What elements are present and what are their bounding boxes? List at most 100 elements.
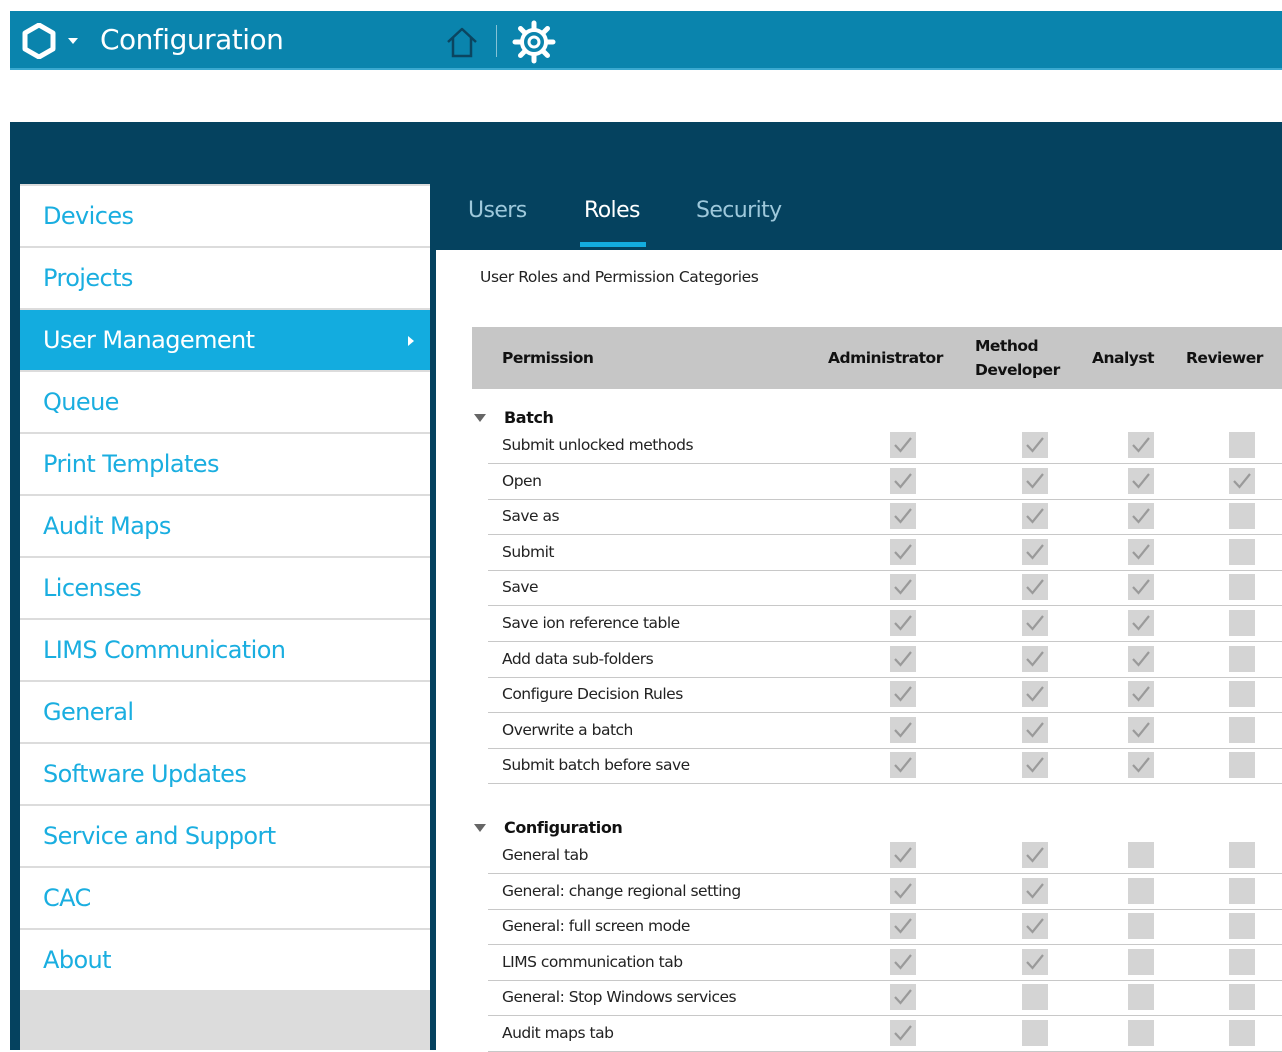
permission-checkbox-checked[interactable]	[1022, 574, 1048, 601]
sidebar-item-projects[interactable]: Projects	[20, 248, 430, 308]
sidebar-item-about[interactable]: About	[20, 930, 430, 990]
sidebar-item-print-templates[interactable]: Print Templates	[20, 434, 430, 494]
sidebar-item-user-management[interactable]: User Management	[20, 310, 430, 370]
group-label: Configuration	[504, 818, 623, 837]
permission-checkbox-checked[interactable]	[1128, 681, 1154, 708]
permission-checkbox-checked[interactable]	[1022, 610, 1048, 636]
permission-label: Configure Decision Rules	[502, 685, 683, 704]
permission-checkbox-checked[interactable]	[890, 538, 916, 565]
permission-checkbox-checked[interactable]	[890, 681, 916, 708]
permission-checkbox-unchecked[interactable]	[1229, 716, 1255, 743]
permission-checkbox-unchecked[interactable]	[1229, 503, 1255, 530]
permission-checkbox-checked[interactable]	[1022, 842, 1048, 868]
permission-checkbox-checked[interactable]	[1022, 877, 1048, 904]
permission-checkbox-checked[interactable]	[890, 432, 916, 458]
permission-checkbox-checked[interactable]	[1128, 716, 1154, 743]
permission-checkbox-unchecked[interactable]	[1229, 984, 1255, 1011]
gear-icon[interactable]	[510, 19, 558, 65]
permission-checkbox-checked[interactable]	[1022, 913, 1048, 940]
permission-checkbox-unchecked[interactable]	[1229, 610, 1255, 636]
permission-checkbox-unchecked[interactable]	[1128, 913, 1154, 940]
checkmark-icon	[894, 650, 912, 667]
home-icon[interactable]	[444, 25, 480, 59]
permission-checkbox-checked[interactable]	[890, 503, 916, 530]
permission-label: Open	[502, 471, 542, 490]
permission-checkbox-checked[interactable]	[890, 842, 916, 868]
hexagon-logo-icon[interactable]	[22, 23, 56, 59]
group-label: Batch	[504, 408, 554, 427]
permission-checkbox-checked[interactable]	[1128, 467, 1154, 494]
permission-checkbox-unchecked[interactable]	[1128, 842, 1154, 868]
permission-checkbox-checked[interactable]	[890, 877, 916, 904]
sidebar-item-general[interactable]: General	[20, 682, 430, 742]
permission-checkbox-checked[interactable]	[890, 645, 916, 672]
permission-checkbox-checked[interactable]	[1022, 681, 1048, 708]
permission-checkbox-checked[interactable]	[1128, 645, 1154, 672]
permission-checkbox-checked[interactable]	[890, 1020, 916, 1046]
sidebar-item-devices[interactable]: Devices	[20, 186, 430, 246]
permission-checkbox-unchecked[interactable]	[1229, 752, 1255, 779]
permission-checkbox-unchecked[interactable]	[1128, 1020, 1154, 1046]
permission-checkbox-unchecked[interactable]	[1229, 681, 1255, 708]
sidebar-item-software-updates[interactable]: Software Updates	[20, 744, 430, 804]
permission-checkbox-checked[interactable]	[890, 984, 916, 1011]
permission-label: Save as	[502, 507, 560, 526]
permission-checkbox-unchecked[interactable]	[1229, 913, 1255, 940]
permission-checkbox-unchecked[interactable]	[1128, 984, 1154, 1011]
sidebar-item-licenses[interactable]: Licenses	[20, 558, 430, 618]
permission-checkbox-checked[interactable]	[1022, 503, 1048, 530]
permission-checkbox-checked[interactable]	[1128, 538, 1154, 565]
permission-checkbox-unchecked[interactable]	[1229, 574, 1255, 601]
sidebar-item-lims-communication[interactable]: LIMS Communication	[20, 620, 430, 680]
permission-checkbox-checked[interactable]	[1022, 467, 1048, 494]
app-menu-chevron-down-icon[interactable]	[68, 38, 78, 44]
permission-checkbox-checked[interactable]	[1022, 948, 1048, 975]
sidebar-item-service-and-support[interactable]: Service and Support	[20, 806, 430, 866]
permission-checkbox-unchecked[interactable]	[1229, 948, 1255, 975]
permission-checkbox-unchecked[interactable]	[1128, 948, 1154, 975]
tab-users[interactable]: Users	[468, 198, 527, 234]
permission-checkbox-checked[interactable]	[1128, 503, 1154, 530]
permission-label: General: Stop Windows services	[502, 988, 737, 1007]
permission-checkbox-unchecked[interactable]	[1229, 645, 1255, 672]
checkmark-icon	[894, 722, 912, 738]
permission-checkbox-unchecked[interactable]	[1229, 877, 1255, 904]
permission-checkbox-checked[interactable]	[890, 574, 916, 601]
permission-checkbox-checked[interactable]	[1128, 610, 1154, 636]
permission-row: Audit maps tab	[488, 1016, 1282, 1052]
sidebar-item-audit-maps[interactable]: Audit Maps	[20, 496, 430, 556]
collapse-triangle-icon[interactable]	[474, 414, 486, 422]
permission-checkbox-unchecked[interactable]	[1229, 538, 1255, 565]
permission-checkbox-checked[interactable]	[890, 610, 916, 636]
permission-checkbox-checked[interactable]	[1128, 574, 1154, 601]
permission-checkbox-checked[interactable]	[890, 467, 916, 494]
permission-checkbox-unchecked[interactable]	[1229, 842, 1255, 868]
permission-label: General: full screen mode	[502, 917, 690, 936]
permission-checkbox-checked[interactable]	[1128, 432, 1154, 458]
permission-checkbox-checked[interactable]	[1229, 467, 1255, 494]
collapse-triangle-icon[interactable]	[474, 824, 486, 832]
permission-checkbox-checked[interactable]	[1022, 432, 1048, 458]
tab-security[interactable]: Security	[696, 198, 782, 234]
permission-checkbox-unchecked[interactable]	[1128, 877, 1154, 904]
permission-checkbox-checked[interactable]	[890, 716, 916, 743]
permission-checkbox-checked[interactable]	[1128, 752, 1154, 779]
permission-checkbox-unchecked[interactable]	[1229, 1020, 1255, 1046]
permission-checkbox-checked[interactable]	[1022, 752, 1048, 779]
sidebar-item-queue[interactable]: Queue	[20, 372, 430, 432]
permission-checkbox-checked[interactable]	[1022, 538, 1048, 565]
permission-checkbox-unchecked[interactable]	[1022, 984, 1048, 1011]
sidebar-item-cac[interactable]: CAC	[20, 868, 430, 928]
tab-roles[interactable]: Roles	[584, 198, 640, 234]
permission-checkbox-unchecked[interactable]	[1022, 1020, 1048, 1046]
permission-checkbox-checked[interactable]	[890, 948, 916, 975]
permission-label: Save	[502, 578, 539, 597]
checkmark-icon	[1132, 650, 1150, 667]
permission-checkbox-checked[interactable]	[1022, 645, 1048, 672]
checkmark-icon	[894, 686, 912, 702]
permission-checkbox-unchecked[interactable]	[1229, 432, 1255, 458]
checkmark-icon	[1026, 686, 1044, 702]
permission-checkbox-checked[interactable]	[890, 752, 916, 779]
permission-checkbox-checked[interactable]	[890, 913, 916, 940]
permission-checkbox-checked[interactable]	[1022, 716, 1048, 743]
